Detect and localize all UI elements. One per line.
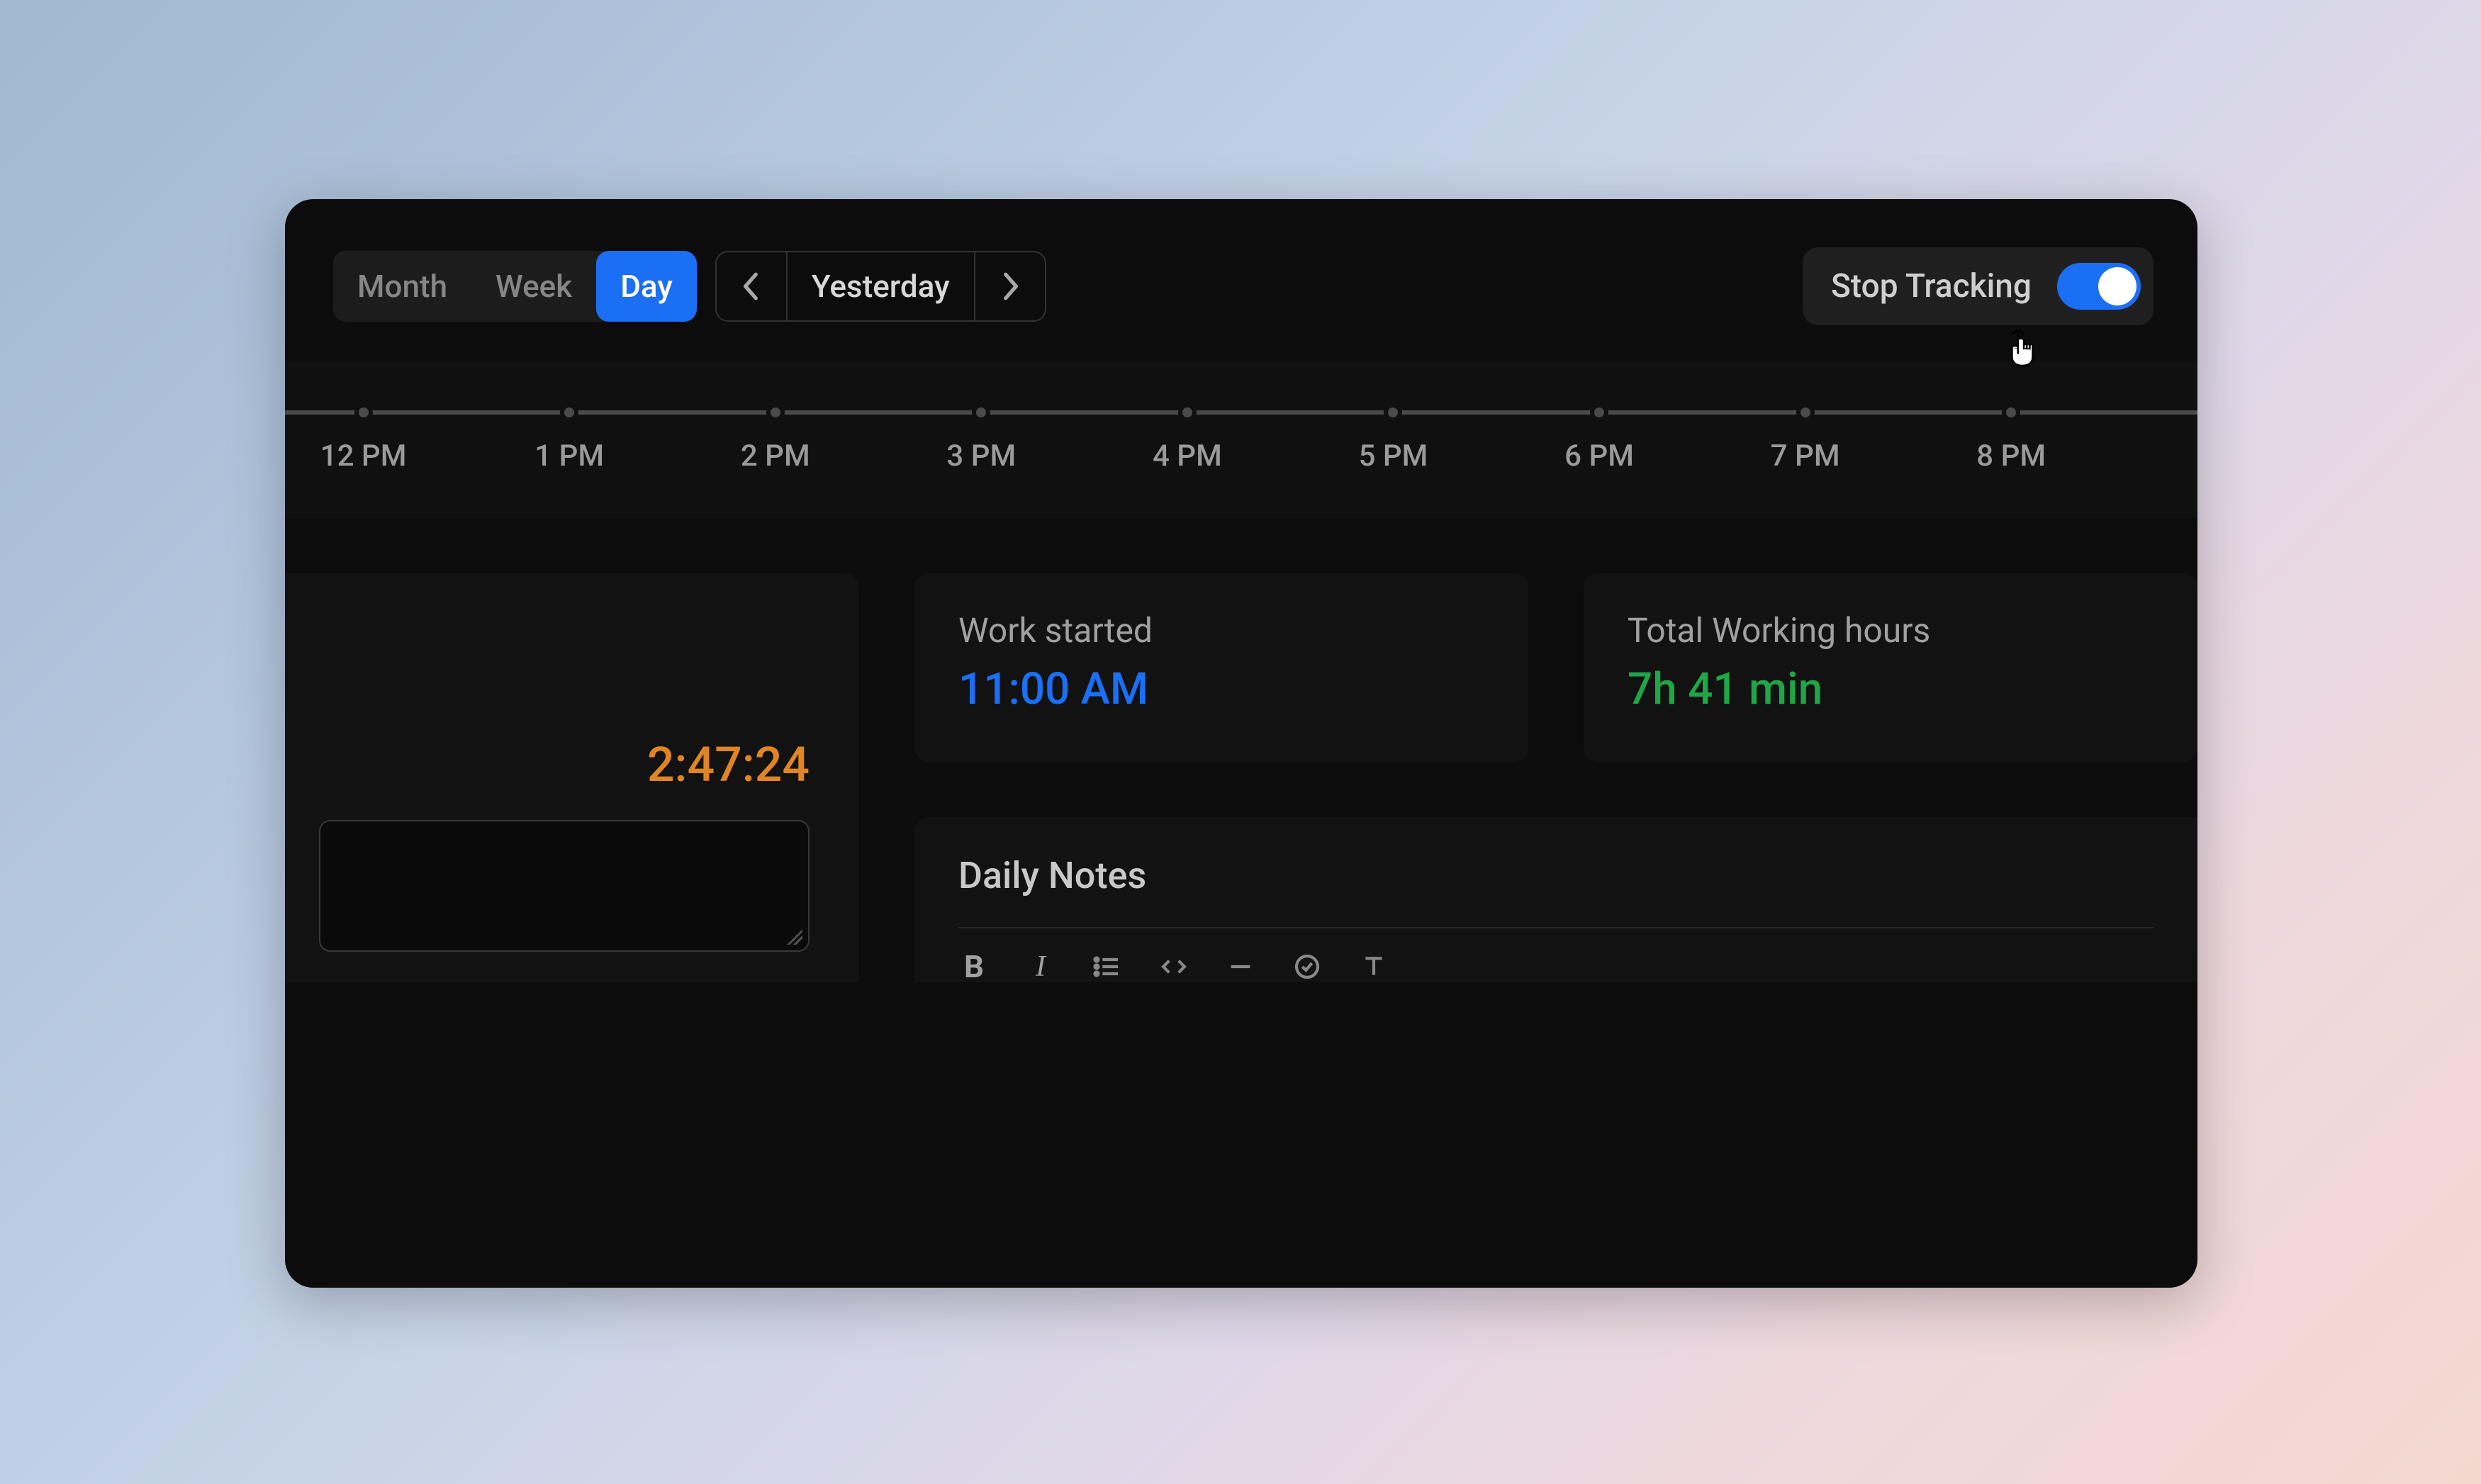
total-hours-label: Total Working hours: [1628, 610, 2154, 651]
chevron-left-icon: [742, 271, 761, 301]
check-circle-icon: [1293, 952, 1321, 981]
work-started-value: 11:00 AM: [958, 663, 1484, 715]
daily-notes-card: Daily Notes B I: [914, 817, 2197, 982]
right-column: Work started 11:00 AM Total Working hour…: [914, 573, 2197, 982]
content-row: 2:47:24 Work started 11:00 AM Total Work…: [285, 518, 2197, 982]
daily-notes-title: Daily Notes: [958, 854, 2154, 897]
list-icon: [1093, 952, 1121, 981]
tracking-control: Stop Tracking: [1803, 247, 2154, 325]
timeline-hour: 1 PM: [534, 439, 604, 473]
timeline-dot: [1384, 403, 1402, 422]
timeline-hour: 12 PM: [320, 439, 407, 473]
tab-day[interactable]: Day: [596, 251, 697, 322]
view-tabs: Month Week Day: [333, 251, 697, 322]
timeline-labels: 12 PM 1 PM 2 PM 3 PM 4 PM 5 PM 6 PM 7 PM…: [285, 439, 2197, 477]
date-navigator: Yesterday: [715, 251, 1046, 322]
text-format-button[interactable]: [1358, 951, 1389, 982]
tab-week[interactable]: Week: [471, 251, 596, 322]
timeline-hour: 2 PM: [741, 439, 810, 473]
work-started-card: Work started 11:00 AM: [914, 573, 1528, 762]
bold-button[interactable]: B: [958, 951, 990, 982]
code-icon: [1160, 952, 1188, 981]
timeline-hour: 3 PM: [946, 439, 1016, 473]
timeline-dot: [1178, 403, 1197, 422]
timeline-dot: [1796, 403, 1815, 422]
date-label[interactable]: Yesterday: [786, 252, 975, 320]
next-day-button[interactable]: [975, 252, 1045, 320]
tracking-toggle[interactable]: [2057, 263, 2141, 310]
timeline-track[interactable]: [285, 403, 2197, 422]
timeline-panel: 12 PM 1 PM 2 PM 3 PM 4 PM 5 PM 6 PM 7 PM…: [285, 361, 2197, 518]
task-description-input[interactable]: [319, 820, 810, 952]
minus-icon: [1226, 952, 1255, 981]
chevron-right-icon: [1001, 271, 1019, 301]
timeline-dot: [354, 403, 373, 422]
work-started-label: Work started: [958, 610, 1484, 651]
list-button[interactable]: [1092, 951, 1123, 982]
timeline-dot: [766, 403, 785, 422]
tracking-label: Stop Tracking: [1831, 267, 2032, 305]
hr-button[interactable]: [1225, 951, 1256, 982]
timeline-dot: [2002, 403, 2020, 422]
timer-value: 2:47:24: [319, 736, 810, 793]
header: Month Week Day Yesterday Stop Tracking: [285, 199, 2197, 325]
text-icon: [1360, 952, 1388, 981]
tab-month[interactable]: Month: [333, 251, 471, 322]
timeline-hour: 4 PM: [1153, 439, 1222, 473]
timeline-hour: 7 PM: [1771, 439, 1840, 473]
stat-row: Work started 11:00 AM Total Working hour…: [914, 573, 2197, 762]
timeline-dot: [972, 403, 990, 422]
total-hours-value: 7h 41 min: [1628, 663, 2154, 715]
timeline-dot: [1590, 403, 1608, 422]
timeline-dot: [560, 403, 578, 422]
timeline-hour: 8 PM: [1976, 439, 2046, 473]
toggle-knob: [2098, 267, 2136, 305]
total-hours-card: Total Working hours 7h 41 min: [1584, 573, 2197, 762]
italic-button[interactable]: I: [1025, 951, 1056, 982]
timeline-hour: 6 PM: [1564, 439, 1634, 473]
code-button[interactable]: [1158, 951, 1189, 982]
prev-day-button[interactable]: [717, 252, 786, 320]
checklist-button[interactable]: [1292, 951, 1323, 982]
timer-card: 2:47:24: [285, 573, 859, 982]
app-window: Month Week Day Yesterday Stop Tracking: [285, 199, 2197, 1288]
timeline-hour: 5 PM: [1359, 439, 1428, 473]
notes-toolbar: B I: [958, 927, 2154, 982]
